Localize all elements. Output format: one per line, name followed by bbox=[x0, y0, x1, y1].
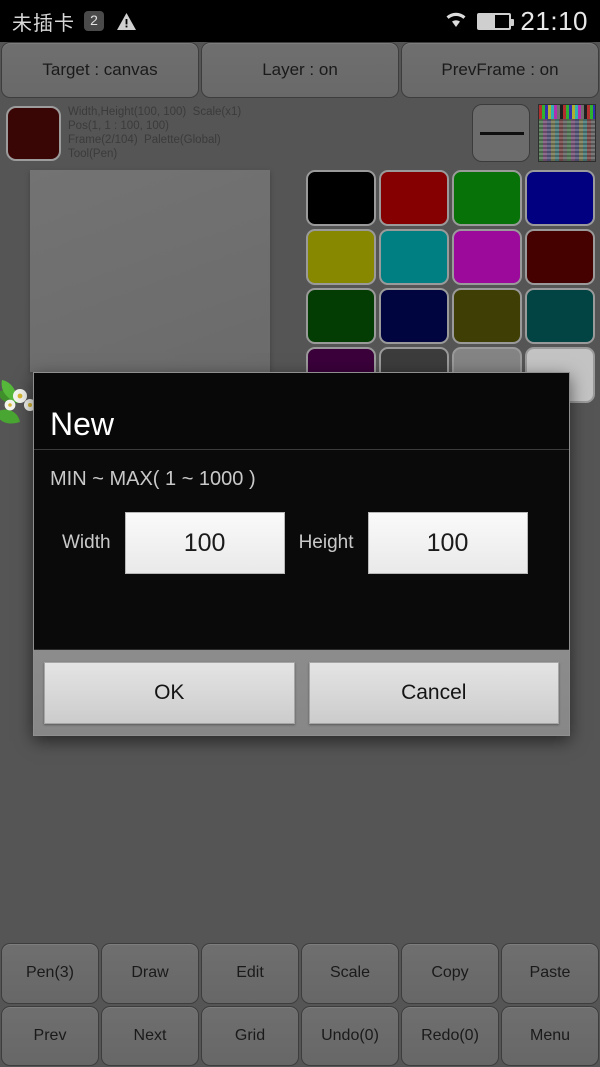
width-label: Width bbox=[62, 532, 111, 553]
dialog-header: New bbox=[34, 373, 569, 449]
color-palette-grid bbox=[306, 170, 598, 403]
prev-button[interactable]: Prev bbox=[1, 1005, 99, 1066]
palette-swatch[interactable] bbox=[379, 170, 449, 226]
paste-button[interactable]: Paste bbox=[501, 943, 599, 1004]
palette-swatch[interactable] bbox=[525, 288, 595, 344]
status-bar: 未插卡 2 21:10 bbox=[0, 0, 600, 42]
palette-swatch[interactable] bbox=[525, 229, 595, 285]
undo-button[interactable]: Undo(0) bbox=[301, 1005, 399, 1066]
scale-button[interactable]: Scale bbox=[301, 943, 399, 1004]
status-bar-right: 21:10 bbox=[444, 6, 588, 37]
palette-swatch[interactable] bbox=[306, 229, 376, 285]
canvas-info-text: Width,Height(100, 100) Scale(x1) Pos(1, … bbox=[68, 106, 242, 160]
dialog-fields-row: Width 100 Height 100 bbox=[48, 512, 555, 574]
horizontal-line-icon[interactable] bbox=[472, 104, 530, 162]
layer-button[interactable]: Layer : on bbox=[201, 42, 399, 98]
carrier-label: 未插卡 bbox=[12, 12, 75, 35]
prevframe-button[interactable]: PrevFrame : on bbox=[401, 42, 599, 98]
height-label: Height bbox=[298, 532, 354, 553]
palette-swatch[interactable] bbox=[379, 288, 449, 344]
palette-swatch[interactable] bbox=[452, 170, 522, 226]
dialog-title: New bbox=[50, 406, 115, 442]
edit-button[interactable]: Edit bbox=[201, 943, 299, 1004]
palette-swatch[interactable] bbox=[525, 170, 595, 226]
palette-swatch[interactable] bbox=[452, 229, 522, 285]
cancel-button[interactable]: Cancel bbox=[308, 661, 559, 724]
dialog-range-hint: MIN ~ MAX( 1 ~ 1000 ) bbox=[50, 468, 256, 490]
clock-label: 21:10 bbox=[520, 5, 588, 36]
palette-swatch[interactable] bbox=[306, 288, 376, 344]
bottom-toolbar-row-1: Pen(3) Draw Edit Scale Copy Paste bbox=[1, 943, 599, 1004]
menu-button[interactable]: Menu bbox=[501, 1005, 599, 1066]
top-toolbar: Target : canvas Layer : on PrevFrame : o… bbox=[0, 42, 600, 98]
battery-icon bbox=[477, 12, 515, 30]
current-color-swatch[interactable] bbox=[6, 106, 61, 161]
copy-button[interactable]: Copy bbox=[401, 943, 499, 1004]
bottom-toolbar: Pen(3) Draw Edit Scale Copy Paste Prev N… bbox=[0, 942, 600, 1067]
redo-button[interactable]: Redo(0) bbox=[401, 1005, 499, 1066]
dialog-body: MIN ~ MAX( 1 ~ 1000 ) Width 100 Height 1… bbox=[34, 450, 569, 649]
draw-button[interactable]: Draw bbox=[101, 943, 199, 1004]
ok-button[interactable]: OK bbox=[44, 661, 295, 724]
next-button[interactable]: Next bbox=[101, 1005, 199, 1066]
drawing-canvas[interactable] bbox=[30, 170, 270, 372]
palette-swatch[interactable] bbox=[306, 170, 376, 226]
palette-swatch[interactable] bbox=[452, 288, 522, 344]
bottom-toolbar-row-2: Prev Next Grid Undo(0) Redo(0) Menu bbox=[1, 1005, 599, 1066]
warning-triangle-icon bbox=[116, 12, 137, 31]
wifi-icon bbox=[444, 10, 468, 33]
palette-preview-rows bbox=[539, 119, 595, 161]
palette-swatch[interactable] bbox=[379, 229, 449, 285]
grid-button[interactable]: Grid bbox=[201, 1005, 299, 1066]
palette-preview-thumbnail[interactable] bbox=[538, 104, 596, 162]
sim-slot-badge: 2 bbox=[84, 11, 104, 31]
width-input[interactable]: 100 bbox=[124, 512, 285, 574]
new-canvas-dialog: New MIN ~ MAX( 1 ~ 1000 ) Width 100 Heig… bbox=[33, 372, 570, 736]
height-input[interactable]: 100 bbox=[367, 512, 528, 574]
pen-button[interactable]: Pen(3) bbox=[1, 943, 99, 1004]
dialog-footer: OK Cancel bbox=[34, 649, 569, 735]
target-button[interactable]: Target : canvas bbox=[1, 42, 199, 98]
